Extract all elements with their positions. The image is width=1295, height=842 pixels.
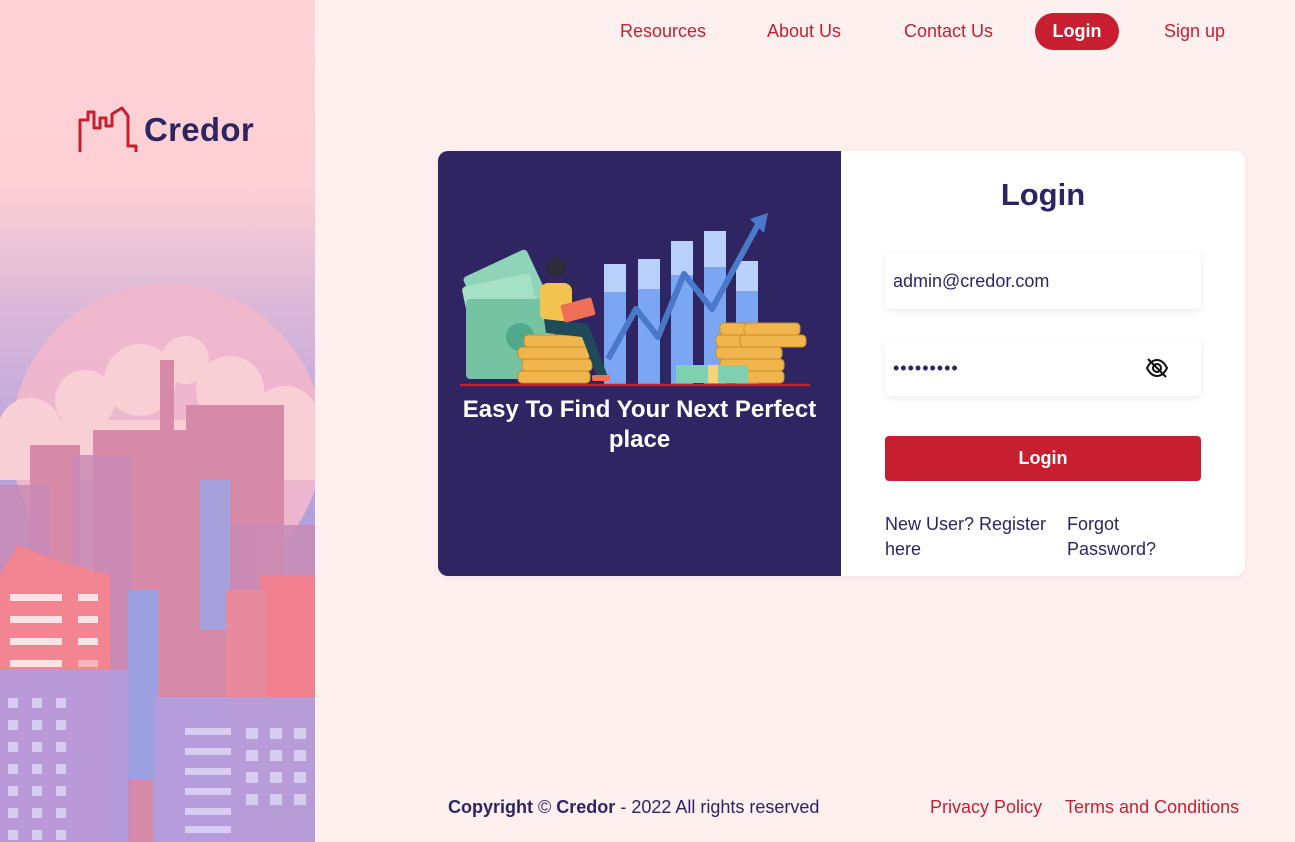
email-field-wrapper bbox=[885, 253, 1201, 309]
copyright-text: Copyright © Credor - 2022 All rights res… bbox=[448, 797, 819, 818]
brand-name: Credor bbox=[144, 111, 254, 148]
register-link[interactable]: New User? Register here bbox=[885, 512, 1055, 562]
brand-logo[interactable]: Credor bbox=[78, 106, 254, 154]
login-button[interactable]: Login bbox=[885, 436, 1201, 481]
nav-login[interactable]: Login bbox=[1035, 13, 1119, 50]
copyright-brand: Credor bbox=[556, 797, 616, 817]
terms-link[interactable]: Terms and Conditions bbox=[1065, 797, 1239, 817]
copyright-label: Copyright bbox=[448, 797, 533, 817]
promo-panel: Easy To Find Your Next Perfect place bbox=[438, 151, 841, 576]
password-field[interactable] bbox=[885, 357, 1135, 379]
nav-resources[interactable]: Resources bbox=[620, 21, 706, 42]
privacy-policy-link[interactable]: Privacy Policy bbox=[930, 797, 1042, 817]
nav-sign-up[interactable]: Sign up bbox=[1164, 21, 1225, 42]
copyright-suffix: - 2022 All rights reserved bbox=[620, 797, 820, 817]
login-form-panel: Login Login New User? Register here Forg… bbox=[841, 151, 1245, 576]
nav-contact-us[interactable]: Contact Us bbox=[904, 21, 993, 42]
email-field[interactable] bbox=[885, 270, 1135, 292]
promo-tagline: Easy To Find Your Next Perfect place bbox=[462, 396, 817, 453]
eye-off-icon[interactable] bbox=[1145, 357, 1169, 379]
nav-about-us[interactable]: About Us bbox=[767, 21, 841, 42]
login-title: Login bbox=[1000, 177, 1086, 212]
password-field-wrapper bbox=[885, 340, 1201, 396]
side-panel: Credor bbox=[0, 0, 315, 842]
login-card: Easy To Find Your Next Perfect place Log… bbox=[438, 151, 1245, 576]
city-logo-icon bbox=[78, 106, 138, 152]
footer-links: Privacy Policy Terms and Conditions bbox=[930, 797, 1239, 818]
finance-growth-illustration bbox=[460, 213, 810, 387]
copyright-symbol: © bbox=[538, 797, 552, 817]
forgot-password-link[interactable]: Forgot Password? bbox=[1067, 512, 1177, 562]
